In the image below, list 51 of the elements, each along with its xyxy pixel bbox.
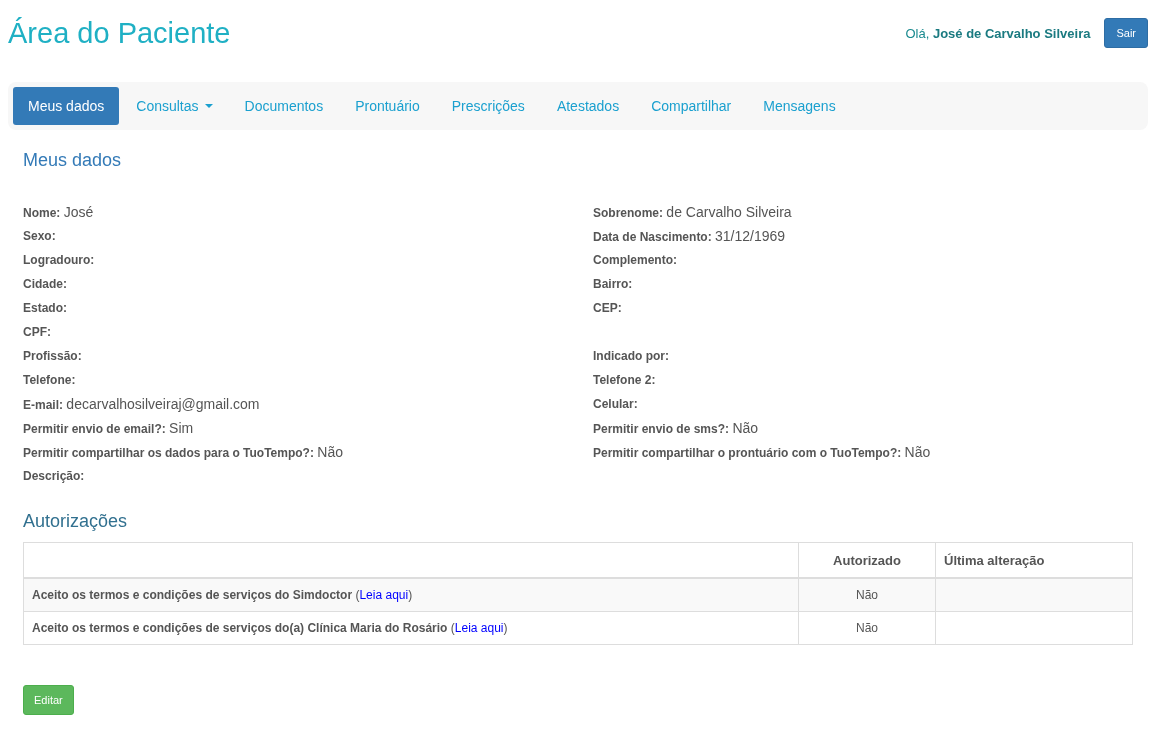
table-cell: Aceito os termos e condições de serviços do Simdoctor (Leia aqui) [23,578,799,612]
read-link[interactable]: Leia aqui [454,621,504,635]
field-value: de Carvalho Silveira [666,204,792,220]
caret-icon [204,104,213,108]
read-link[interactable]: Leia aqui [359,588,409,602]
field-label: Sobrenome: de Carvalho Silveira [593,203,793,221]
section-title: Meus dados [23,150,123,171]
nav-tab[interactable]: Consultas [121,87,228,125]
field-label: Profissão: [23,348,83,365]
field-label: E-mail: decarvalhosilveiraj@gmail.com [23,395,261,413]
field-label: Permitir envio de sms?: Não [593,419,760,437]
table-cell: Não [798,578,936,612]
field-label: CPF: [23,324,52,341]
field-label: Permitir compartilhar o prontuário com o TuoTempo?: Não [593,443,932,461]
field-value: Não [904,444,931,460]
nav-tab[interactable]: Prontuário [340,87,435,125]
field-label: Complemento: [593,252,678,269]
greeting: Olá, José de Carvalho Silveira [905,25,1091,41]
nav-tab[interactable]: Meus dados [13,87,120,125]
field-label: CEP: [593,300,623,317]
logout-button[interactable]: Sair [1104,18,1148,48]
field-value: 31/12/1969 [715,228,786,244]
table-cell: Não [798,611,936,645]
edit-button[interactable]: Editar [23,685,74,715]
nav-tab[interactable]: Atestados [541,87,635,125]
field-value: Não [317,444,343,460]
field-label: Telefone 2: [593,372,657,389]
section-title: Autorizações [23,511,129,532]
nav-tab[interactable]: Compartilhar [636,87,747,125]
field-label: Permitir envio de email?: Sim [23,419,195,437]
field-label: Bairro: [593,276,634,293]
nav-tab[interactable]: Mensagens [748,87,851,125]
field-label: Sexo: [23,228,57,245]
nav-tab[interactable]: Prescrições [436,87,540,125]
field-label: Estado: [23,300,68,317]
field-label: Data de Nascimento: 31/12/1969 [593,227,787,245]
nav-tab[interactable]: Documentos [229,87,339,125]
field-label: Celular: [593,396,639,413]
field-label: Nome: José [23,203,95,221]
field-label: Descrição: [23,468,86,485]
field-value: Não [732,420,759,436]
page-title: Área do Paciente [8,16,231,50]
field-label: Permitir compartilhar os dados para o TuoTempo?: Não [23,443,344,461]
field-label: Cidade: [23,276,68,293]
field-value: decarvalhosilveiraj@gmail.com [66,396,260,412]
field-label: Telefone: [23,372,77,389]
field-value: José [63,204,94,220]
field-value: Sim [169,420,194,436]
field-label: Indicado por: [593,348,670,365]
table-cell: Aceito os termos e condições de serviços do(a) Clínica Maria do Rosário (Leia aqui) [23,611,799,645]
field-label: Logradouro: [23,252,96,269]
